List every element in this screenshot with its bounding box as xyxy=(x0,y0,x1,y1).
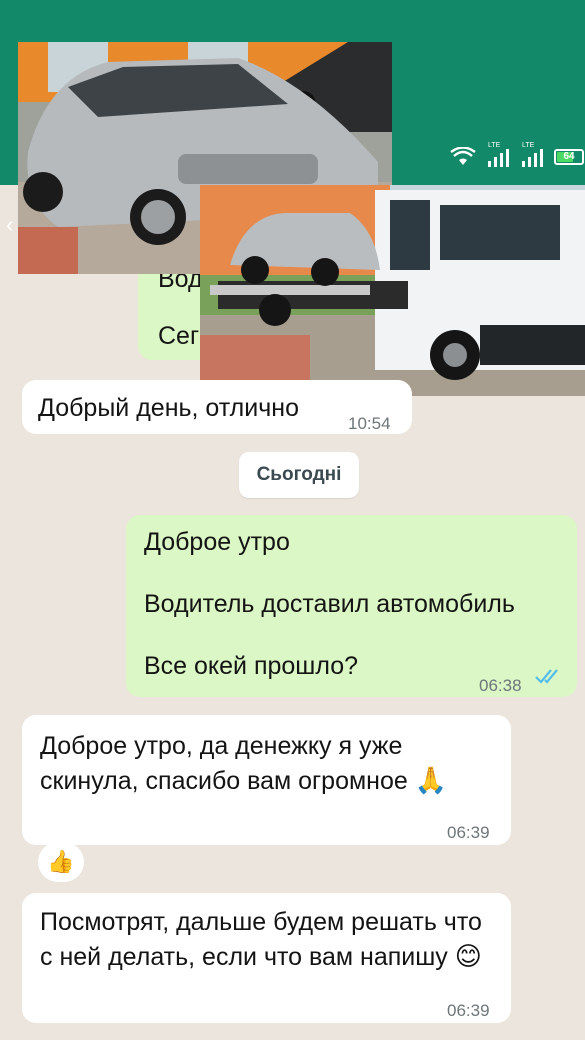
folded-hands-emoji: 🙏 xyxy=(414,765,448,795)
incoming-message-3[interactable]: Посмотрят, дальше будем решать что с ней… xyxy=(22,893,511,1023)
battery-icon: 64 xyxy=(554,149,584,165)
message-text: Доброе утро Водитель доставил автомобиль… xyxy=(144,528,515,680)
signal-icon-2: LTE xyxy=(520,142,544,168)
status-bar: LTE LTE 64 xyxy=(450,142,584,169)
smiling-face-emoji: 😊 xyxy=(454,941,482,971)
thumbs-up-icon: 👍 xyxy=(47,849,75,874)
message-time: 06:38 xyxy=(479,676,522,695)
message-time: 06:39 xyxy=(447,823,490,842)
date-separator: Сьогодні xyxy=(239,452,359,498)
wifi-icon xyxy=(450,147,476,165)
message-time: 10:54 xyxy=(348,414,391,433)
outgoing-message-1[interactable]: Доброе утро Водитель доставил автомобиль… xyxy=(126,515,577,697)
message-text: Добрый день, отлично xyxy=(38,394,299,422)
message-time: 06:39 xyxy=(447,1001,490,1020)
incoming-message-1[interactable]: Добрый день, отлично 10:54 xyxy=(22,380,412,434)
signal-icon-1: LTE xyxy=(486,142,510,168)
car-photo-delivery-truck[interactable] xyxy=(200,185,585,396)
message-text: Доброе утро, да денежку я уже скинула, с… xyxy=(40,732,448,795)
double-check-icon xyxy=(535,669,558,684)
reaction-thumbs-up[interactable]: 👍 xyxy=(38,842,84,882)
incoming-message-2[interactable]: Доброе утро, да денежку я уже скинула, с… xyxy=(22,715,511,845)
message-text: Посмотрят, дальше будем решать что с ней… xyxy=(40,908,482,971)
partial-text-2: Сег xyxy=(158,322,200,350)
